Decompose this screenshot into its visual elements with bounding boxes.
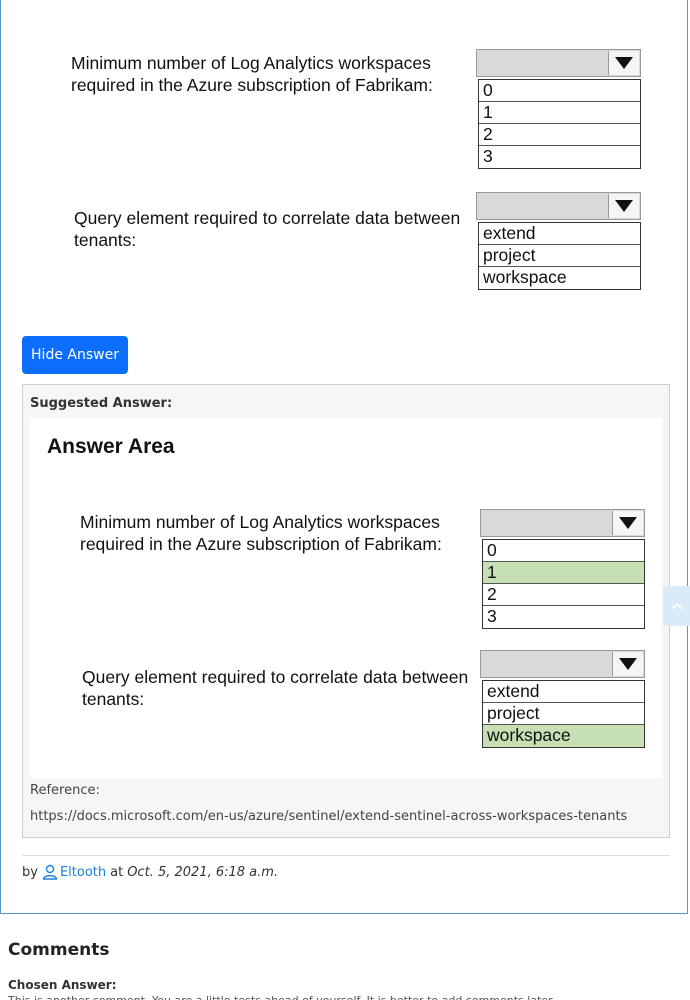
chevron-up-icon [670, 602, 683, 610]
answer-area-image: Answer Area Minimum number of Log Analyt… [30, 418, 662, 778]
question-1-text: Minimum number of Log Analytics workspac… [71, 53, 433, 95]
dropdown-option: project [483, 703, 644, 725]
dropdown-arrow-icon [612, 652, 643, 676]
author-name[interactable]: Eltooth [60, 865, 106, 880]
question-2-text: Query element required to correlate data… [74, 208, 461, 250]
answer-question-2-text: Query element required to correlate data… [82, 667, 469, 709]
dropdown-option[interactable]: 2 [479, 124, 640, 146]
dropdown-options: extend project workspace [478, 222, 641, 290]
dropdown-arrow-icon[interactable] [608, 194, 639, 218]
dropdown-options: 0 1 2 3 [482, 539, 645, 629]
dropdown-arrow-icon[interactable] [608, 51, 639, 75]
dropdown-option[interactable]: 0 [479, 80, 640, 102]
dropdown-option: 3 [487, 606, 497, 626]
suggested-answer-label: Suggested Answer: [30, 396, 173, 411]
reference-label: Reference: [30, 783, 100, 798]
user-icon [42, 864, 58, 880]
question-card: Minimum number of Log Analytics workspac… [0, 0, 688, 914]
answer-area-title: Answer Area [47, 435, 175, 458]
hide-answer-button[interactable]: Hide Answer [22, 336, 128, 374]
dropdown-option[interactable]: project [479, 245, 640, 267]
dropdown-option[interactable]: extend [479, 223, 640, 245]
question-2-dropdown[interactable]: extend project workspace [476, 192, 642, 298]
scroll-to-top-button[interactable] [663, 586, 690, 626]
comments-title: Comments [8, 940, 110, 960]
dropdown-options: extend project workspace [482, 680, 645, 748]
chosen-answer-label: Chosen Answer: [8, 978, 117, 992]
dropdown-header[interactable] [476, 49, 641, 77]
comment-text: This is another comment. You are a littl… [8, 994, 628, 1000]
dropdown-option: 2 [483, 584, 644, 606]
byline: by Eltooth at Oct. 5, 2021, 6:18 a.m. [22, 864, 278, 880]
dropdown-option: extend [483, 681, 644, 703]
answer-question-2-dropdown: extend project workspace [480, 650, 646, 756]
divider [22, 855, 670, 856]
suggested-answer-panel: Suggested Answer: Answer Area Minimum nu… [22, 384, 670, 838]
answer-question-1-dropdown: 0 1 2 3 [480, 509, 646, 639]
dropdown-header [480, 509, 645, 537]
question-1-dropdown[interactable]: 0 1 2 3 [476, 49, 642, 179]
byline-by: by [22, 864, 38, 880]
byline-at: at [110, 864, 124, 880]
answer-question-1-text: Minimum number of Log Analytics workspac… [80, 512, 442, 554]
dropdown-options: 0 1 2 3 [478, 79, 641, 169]
reference-link[interactable]: https://docs.microsoft.com/en-us/azure/s… [30, 809, 627, 824]
post-date: Oct. 5, 2021, 6:18 a.m. [127, 864, 279, 880]
dropdown-arrow-icon [612, 511, 643, 535]
dropdown-header [480, 650, 645, 678]
dropdown-option: 0 [483, 540, 644, 562]
dropdown-option-selected: 1 [483, 562, 644, 584]
dropdown-option[interactable]: 3 [479, 146, 640, 168]
dropdown-option[interactable]: 1 [479, 102, 640, 124]
dropdown-option-selected: workspace [483, 725, 644, 747]
dropdown-header[interactable] [476, 192, 641, 220]
author-link[interactable]: Eltooth [42, 864, 106, 880]
dropdown-option[interactable]: workspace [479, 267, 640, 289]
